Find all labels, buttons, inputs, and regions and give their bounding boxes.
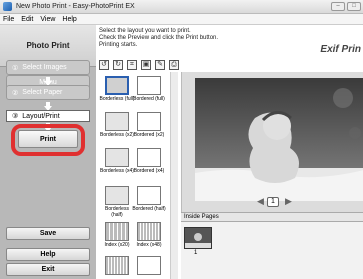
layout-index-x20[interactable] xyxy=(105,222,129,241)
previous-page-icon[interactable]: ◀ xyxy=(257,196,264,207)
preview-photo xyxy=(195,78,363,201)
instructions: Select the layout you want to print. Che… xyxy=(99,28,219,48)
step-layout-print[interactable]: ③ Layout/Print xyxy=(6,110,90,122)
menu-help[interactable]: Help xyxy=(62,16,76,23)
layout-borderless-x4[interactable] xyxy=(105,148,129,167)
step-label: Layout/Print xyxy=(22,112,60,120)
layout-scrollbar[interactable] xyxy=(170,72,178,279)
settings-icon[interactable]: ✎ xyxy=(155,60,165,70)
layout-list: Borderless (full) Bordered (full) Border… xyxy=(99,72,178,279)
menu-edit[interactable]: Edit xyxy=(21,16,33,23)
print-icon[interactable]: ⎙ xyxy=(169,60,179,70)
layout-bordered-half[interactable] xyxy=(137,186,161,205)
rotate-right-icon[interactable]: ↻ xyxy=(113,60,123,70)
step-select-paper[interactable]: ② Select Paper xyxy=(6,85,90,100)
sidebar: Photo Print Menu ① Select Images ② Selec… xyxy=(0,25,96,279)
page-thumbnail-number: 1 xyxy=(194,250,198,256)
minimize-button[interactable]: – xyxy=(331,2,345,11)
app-icon xyxy=(3,2,12,11)
title-bar: New Photo Print - Easy-PhotoPrint EX – □ xyxy=(0,0,363,14)
layout-bordered-x2[interactable] xyxy=(137,112,161,131)
layout-bordered-full[interactable] xyxy=(137,76,161,95)
menu-view[interactable]: View xyxy=(40,16,55,23)
layout-borderless-x2[interactable] xyxy=(105,112,129,131)
window-title: New Photo Print - Easy-PhotoPrint EX xyxy=(16,3,135,10)
step-label: Select Images xyxy=(22,64,67,71)
menu-bar: File Edit View Help xyxy=(0,14,363,25)
help-button[interactable]: Help xyxy=(6,248,90,261)
inside-pages-header: Inside Pages xyxy=(181,212,363,222)
next-page-icon[interactable]: ▶ xyxy=(285,196,292,207)
crop-icon[interactable]: ⌗ xyxy=(127,60,137,70)
inside-pages-list: 1 xyxy=(181,222,363,279)
rotate-left-icon[interactable]: ↺ xyxy=(99,60,109,70)
menu-file[interactable]: File xyxy=(3,16,14,23)
page-thumbnail[interactable] xyxy=(184,227,212,249)
window-controls: – □ xyxy=(331,2,361,11)
step-label: Select Paper xyxy=(22,89,63,96)
exif-print-logo: Exif Prin xyxy=(320,44,361,55)
print-button[interactable]: Print xyxy=(18,130,78,148)
save-button[interactable]: Save xyxy=(6,227,90,240)
layout-index-more[interactable] xyxy=(105,256,129,275)
image-correct-icon[interactable]: ▣ xyxy=(141,60,151,70)
page-number: 1 xyxy=(267,197,279,207)
layout-borderless-full[interactable] xyxy=(105,76,129,95)
exit-button[interactable]: Exit xyxy=(6,263,90,276)
preview-area xyxy=(181,72,363,212)
maximize-button[interactable]: □ xyxy=(347,2,361,11)
layout-more[interactable] xyxy=(137,256,161,275)
toolbar: ↺ ↻ ⌗ ▣ ✎ ⎙ xyxy=(99,58,179,72)
step-select-images[interactable]: ① Select Images xyxy=(6,60,90,75)
layout-index-x48[interactable] xyxy=(137,222,161,241)
layout-bordered-x4[interactable] xyxy=(137,148,161,167)
layout-borderless-half[interactable] xyxy=(105,186,129,205)
